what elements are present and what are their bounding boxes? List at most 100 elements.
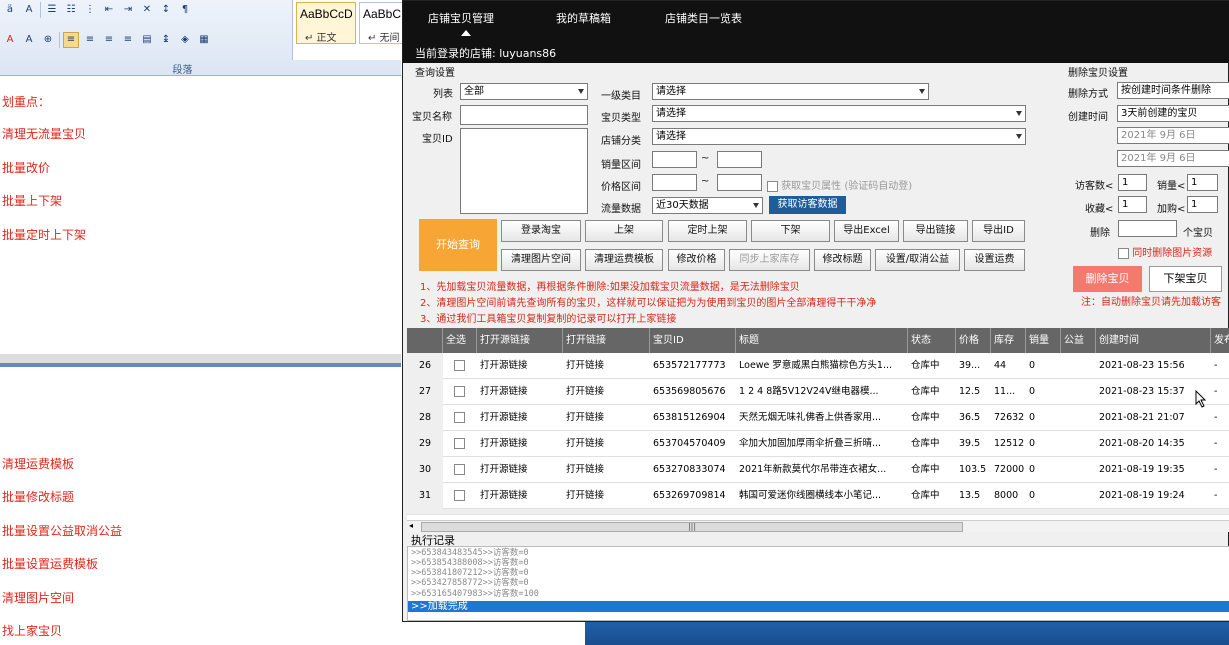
row-checkbox[interactable] [454, 490, 465, 501]
offshelf-items-button[interactable]: 下架宝贝 [1149, 266, 1222, 292]
date-picker-1[interactable]: 2021年 9月 6日 [1117, 127, 1229, 144]
login-taobao-button[interactable]: 登录淘宝 [501, 220, 581, 242]
row-checkbox-cell[interactable] [443, 457, 477, 483]
fav-input[interactable]: 1 [1118, 196, 1147, 213]
row-checkbox[interactable] [454, 360, 465, 371]
scroll-left-icon[interactable]: ◂ [409, 521, 413, 530]
tab-categories[interactable]: 店铺类目一览表 [665, 10, 742, 26]
cell-link[interactable]: 打开链接 [563, 457, 650, 483]
bullets-icon[interactable]: ☰ [44, 2, 60, 18]
sync-stock-button[interactable]: 同步上家库存 [729, 249, 810, 271]
char-border-icon[interactable]: A [21, 2, 37, 18]
row-checkbox-cell[interactable] [443, 405, 477, 431]
row-checkbox-cell[interactable] [443, 483, 477, 509]
traffic-select[interactable]: 近30天数据 [652, 197, 763, 214]
numbering-icon[interactable]: ☷ [63, 2, 79, 18]
price-min-input[interactable] [652, 174, 697, 191]
align-right-icon[interactable]: ≡ [101, 32, 117, 48]
set-freight-button[interactable]: 设置运费 [964, 249, 1025, 271]
style-no-spacing[interactable]: AaBbC ↵ 无间 [359, 2, 403, 44]
font-color-icon[interactable]: A [2, 32, 18, 48]
chinese-layout-icon[interactable]: ✕ [139, 2, 155, 18]
cell-src[interactable]: 打开源链接 [477, 431, 563, 457]
sales-lt-input[interactable]: 1 [1187, 174, 1218, 191]
word-document[interactable]: 划重点： 清理无流量宝贝 批量改价 批量上下架 批量定时上下架 清理运费模板 批… [0, 76, 401, 645]
cell-link[interactable]: 打开链接 [563, 353, 650, 379]
sales-min-input[interactable] [652, 151, 697, 168]
row-checkbox-cell[interactable] [443, 379, 477, 405]
start-query-button[interactable]: 开始查询 [419, 219, 497, 271]
table-row[interactable]: 29 打开源链接 打开链接 653704570409 伞加大加固加厚雨伞折叠三折晴...… [407, 431, 1229, 457]
borders-icon[interactable]: ▦ [196, 32, 212, 48]
column-header[interactable]: 全选 [443, 328, 477, 353]
row-checkbox-cell[interactable] [443, 431, 477, 457]
table-row[interactable]: 26 打开源链接 打开链接 653572177773 Loewe 罗意威黑白熊猫棕色方头… [407, 353, 1229, 379]
row-checkbox[interactable] [454, 386, 465, 397]
cell-link[interactable]: 打开链接 [563, 431, 650, 457]
clear-freight-button[interactable]: 清理运费模板 [585, 249, 663, 271]
tab-drafts[interactable]: 我的草稿箱 [556, 10, 611, 26]
visitors-input[interactable]: 1 [1118, 174, 1147, 191]
justify-icon[interactable]: ≡ [120, 32, 136, 48]
price-max-input[interactable] [717, 174, 762, 191]
ctime-select[interactable]: 3天前创建的宝贝 [1117, 105, 1229, 122]
log-panel[interactable]: >>653843483545>>访客数=0 >>653854388008>>访客… [407, 546, 1229, 621]
list-select[interactable]: 全部 [460, 83, 588, 100]
char-shading-icon[interactable]: A [21, 32, 37, 48]
attr-checkbox[interactable] [767, 180, 778, 192]
export-ids-button[interactable]: 导出ID [972, 220, 1025, 242]
cart-input[interactable]: 1 [1187, 196, 1218, 213]
offshelf-button[interactable]: 下架 [751, 220, 830, 242]
item-name-input[interactable] [460, 105, 588, 125]
shopcat-select[interactable]: 请选择 [652, 128, 1026, 145]
cell-link[interactable]: 打开链接 [563, 483, 650, 509]
align-left-icon[interactable]: ≡ [63, 32, 79, 48]
distributed-icon[interactable]: ▤ [139, 32, 155, 48]
table-row[interactable]: 30 打开源链接 打开链接 653270833074 2021年新款莫代尔吊带连衣裙女.… [407, 457, 1229, 483]
row-checkbox-cell[interactable] [443, 353, 477, 379]
enclose-char-icon[interactable]: ⊕ [40, 32, 56, 48]
fetch-visitors-button[interactable]: 获取访客数据 [769, 196, 846, 214]
decrease-indent-icon[interactable]: ⇤ [101, 2, 117, 18]
timed-onshelf-button[interactable]: 定时上架 [668, 220, 747, 242]
multilevel-list-icon[interactable]: ⋮ [82, 2, 98, 18]
table-row[interactable]: 28 打开源链接 打开链接 653815126904 天然无烟无味礼佛香上供香家用...… [407, 405, 1229, 431]
delete-count-input[interactable] [1118, 220, 1177, 237]
row-checkbox[interactable] [454, 412, 465, 423]
tab-shop-items[interactable]: 店铺宝贝管理 [428, 10, 494, 26]
cell-link[interactable]: 打开链接 [563, 379, 650, 405]
onshelf-button[interactable]: 上架 [585, 220, 663, 242]
cell-src[interactable]: 打开源链接 [477, 405, 563, 431]
export-links-button[interactable]: 导出链接 [903, 220, 968, 242]
line-spacing-icon[interactable]: ↨ [158, 32, 174, 48]
horizontal-scrollbar[interactable]: ◂ ||| [407, 520, 1229, 532]
increase-indent-icon[interactable]: ⇥ [120, 2, 136, 18]
also-images-row[interactable]: 同时删除图片资源 [1118, 244, 1212, 259]
table-row[interactable]: 27 打开源链接 打开链接 653569805676 1 2 4 8路5V12V24V继… [407, 379, 1229, 405]
delete-mode-select[interactable]: 按创建时间条件删除 [1117, 82, 1229, 99]
show-marks-icon[interactable]: ¶ [177, 2, 193, 18]
row-checkbox[interactable] [454, 438, 465, 449]
shading-icon[interactable]: ◈ [177, 32, 193, 48]
cell-src[interactable]: 打开源链接 [477, 379, 563, 405]
edit-price-button[interactable]: 修改价格 [668, 249, 725, 271]
row-checkbox[interactable] [454, 464, 465, 475]
cat1-select[interactable]: 请选择 [652, 83, 929, 100]
cell-link[interactable]: 打开链接 [563, 405, 650, 431]
cell-src[interactable]: 打开源链接 [477, 353, 563, 379]
edit-title-button[interactable]: 修改标题 [814, 249, 871, 271]
align-center-icon[interactable]: ≡ [82, 32, 98, 48]
type-select[interactable]: 请选择 [652, 105, 1026, 122]
cell-src[interactable]: 打开源链接 [477, 457, 563, 483]
sort-icon[interactable]: ↕ [158, 2, 174, 18]
phonetic-guide-icon[interactable]: ä [2, 2, 18, 18]
table-row[interactable]: 31 打开源链接 打开链接 653269709814 韩国可爱迷你线圈横线本小笔记...… [407, 483, 1229, 509]
delete-items-button[interactable]: 删除宝贝 [1073, 266, 1142, 292]
sales-max-input[interactable] [717, 151, 762, 168]
also-images-checkbox[interactable] [1118, 247, 1129, 259]
style-normal[interactable]: AaBbCcD ↵ 正文 [296, 2, 356, 44]
item-id-textarea[interactable] [460, 128, 588, 214]
cell-src[interactable]: 打开源链接 [477, 483, 563, 509]
export-excel-button[interactable]: 导出Excel [834, 220, 899, 242]
clear-images-button[interactable]: 清理图片空间 [501, 249, 581, 271]
